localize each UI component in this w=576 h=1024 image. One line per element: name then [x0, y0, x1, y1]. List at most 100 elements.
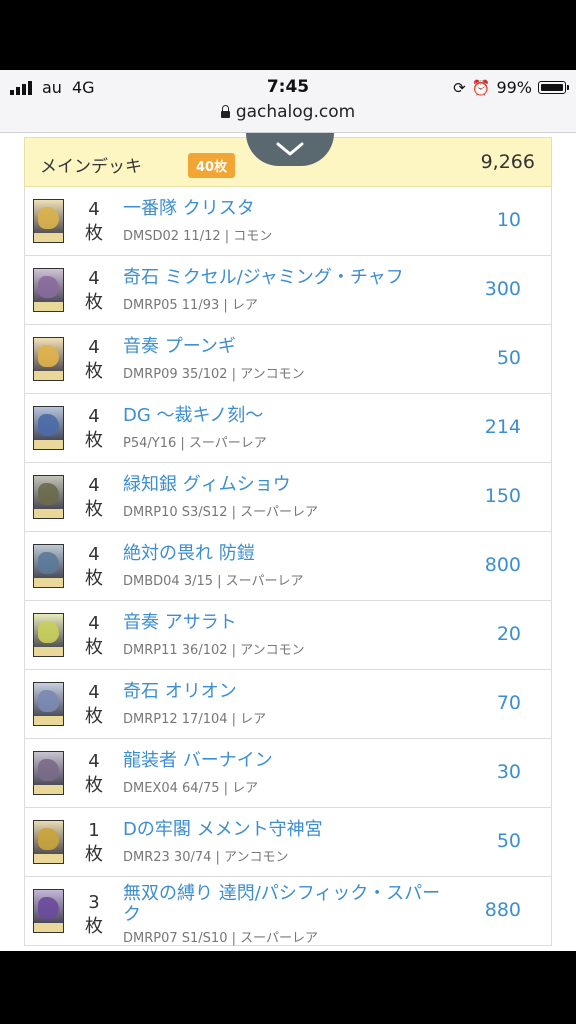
- card-row[interactable]: 4 枚音奏 プーンギ DMRP09 35/102 | アンコモン 50: [24, 325, 552, 394]
- page-content: メインデッキ 40枚 9,266 4 枚一番隊 クリスタ DMSD02 11/12 …: [0, 133, 576, 951]
- card-thumbnail[interactable]: [33, 613, 64, 657]
- card-art: [38, 276, 59, 298]
- card-price: 300: [484, 278, 521, 300]
- card-set-info: DMSD02 11/12 | コモン: [123, 229, 273, 244]
- card-count-badge: 40枚: [188, 153, 236, 178]
- card-name-link[interactable]: 緑知銀 グィムショウ: [123, 474, 455, 496]
- card-quantity: 4枚: [79, 198, 109, 246]
- card-price: 150: [484, 485, 521, 507]
- alarm-icon: ⏰: [471, 78, 491, 97]
- card-thumbnail[interactable]: [33, 199, 64, 243]
- card-art-band: [34, 785, 63, 794]
- card-price: 50: [496, 830, 521, 852]
- card-art: [38, 345, 59, 367]
- card-name-link[interactable]: 龍装者 バーナイン: [123, 750, 455, 772]
- card-art-band: [34, 440, 63, 449]
- card-set-info: DMRP07 S1/S10 | スーパーレア: [123, 931, 318, 946]
- quantity-unit: 枚: [85, 706, 103, 727]
- card-art: [38, 414, 59, 436]
- chevron-down-icon: [276, 142, 304, 156]
- deck-total-price: 9,266: [480, 151, 535, 173]
- card-art-band: [34, 371, 63, 380]
- url-text: gachalog.com: [235, 102, 356, 122]
- card-row[interactable]: 4 枚緑知銀 グィムショウ DMRP10 S3/S12 | スーパーレア 150: [24, 463, 552, 532]
- card-thumbnail[interactable]: [33, 820, 64, 864]
- card-row[interactable]: 4 枚奇石 オリオン DMRP12 17/104 | レア 70: [24, 670, 552, 739]
- card-thumbnail[interactable]: [33, 751, 64, 795]
- card-name-link[interactable]: 奇石 オリオン: [123, 681, 455, 703]
- card-price: 20: [496, 623, 521, 645]
- quantity-number: 4: [88, 544, 100, 565]
- card-name-link[interactable]: 音奏 アサラト: [123, 612, 455, 634]
- quantity-unit: 枚: [85, 499, 103, 520]
- card-name-link[interactable]: 絶対の畏れ 防鎧: [123, 543, 455, 565]
- quantity-number: 4: [88, 613, 100, 634]
- card-thumbnail[interactable]: [33, 337, 64, 381]
- card-quantity: 4枚: [79, 474, 109, 522]
- card-price: 800: [484, 554, 521, 576]
- card-row[interactable]: 4 枚絶対の畏れ 防鎧 DMBD04 3/15 | スーパーレア 800: [24, 532, 552, 601]
- card-name-link[interactable]: 一番隊 クリスタ: [123, 198, 455, 220]
- card-art-band: [34, 923, 63, 932]
- quantity-number: 4: [88, 406, 100, 427]
- card-art: [38, 690, 59, 712]
- quantity-unit: 枚: [85, 361, 103, 382]
- card-set-info: DMRP12 17/104 | レア: [123, 712, 267, 727]
- card-quantity: 4枚: [79, 336, 109, 384]
- card-row[interactable]: 3 枚無双の縛り 達閃/パシフィック・スパーク DMRP07 S1/S10 | スー…: [24, 877, 552, 946]
- bottom-bezel: [0, 951, 576, 1024]
- card-set-info: DMRP05 11/93 | レア: [123, 298, 258, 313]
- card-price: 30: [496, 761, 521, 783]
- card-thumbnail[interactable]: [33, 268, 64, 312]
- card-row[interactable]: 4 枚音奏 アサラト DMRP11 36/102 | アンコモン 20: [24, 601, 552, 670]
- card-name-link[interactable]: 奇石 ミクセル/ジャミング・チャフ: [123, 267, 455, 289]
- quantity-number: 4: [88, 268, 100, 289]
- card-art-band: [34, 302, 63, 311]
- card-art-band: [34, 578, 63, 587]
- card-set-info: DMBD04 3/15 | スーパーレア: [123, 574, 304, 589]
- card-thumbnail[interactable]: [33, 889, 64, 933]
- card-quantity: 4枚: [79, 543, 109, 591]
- card-price: 50: [496, 347, 521, 369]
- card-row[interactable]: 4 枚奇石 ミクセル/ジャミング・チャフ DMRP05 11/93 | レア 300: [24, 256, 552, 325]
- deck-title: メインデッキ: [40, 157, 142, 177]
- card-row[interactable]: 4 枚 DG 〜裁キノ刻〜 P54/Y16 | スーパーレア 214: [24, 394, 552, 463]
- status-right: ⟳ ⏰ 99%: [453, 78, 569, 97]
- card-art-band: [34, 647, 63, 656]
- card-name-link[interactable]: DG 〜裁キノ刻〜: [123, 405, 455, 427]
- card-row[interactable]: 4 枚龍装者 バーナイン DMEX04 64/75 | レア 30: [24, 739, 552, 808]
- card-art: [38, 621, 59, 643]
- card-row[interactable]: 4 枚一番隊 クリスタ DMSD02 11/12 | コモン 10: [24, 187, 552, 256]
- card-name-link[interactable]: 音奏 プーンギ: [123, 336, 455, 358]
- quantity-unit: 枚: [85, 637, 103, 658]
- card-quantity: 1枚: [79, 819, 109, 867]
- card-row[interactable]: 1 枚 Dの牢閣 メメント守神宮 DMR23 30/74 | アンコモン 50: [24, 808, 552, 877]
- card-thumbnail[interactable]: [33, 475, 64, 519]
- quantity-unit: 枚: [85, 844, 103, 865]
- quantity-unit: 枚: [85, 292, 103, 313]
- card-quantity: 4枚: [79, 405, 109, 453]
- quantity-number: 4: [88, 751, 100, 772]
- card-art: [38, 552, 59, 574]
- quantity-number: 4: [88, 475, 100, 496]
- card-art: [38, 828, 59, 850]
- card-set-info: P54/Y16 | スーパーレア: [123, 436, 267, 451]
- card-art-band: [34, 233, 63, 242]
- card-thumbnail[interactable]: [33, 406, 64, 450]
- card-set-info: DMRP11 36/102 | アンコモン: [123, 643, 305, 658]
- card-price: 70: [496, 692, 521, 714]
- card-name-link[interactable]: 無双の縛り 達閃/パシフィック・スパーク: [123, 883, 455, 925]
- address-bar[interactable]: gachalog.com: [0, 102, 576, 122]
- card-quantity: 4枚: [79, 681, 109, 729]
- card-art-band: [34, 716, 63, 725]
- card-quantity: 4枚: [79, 612, 109, 660]
- battery-percent: 99%: [496, 78, 532, 97]
- card-thumbnail[interactable]: [33, 682, 64, 726]
- card-thumbnail[interactable]: [33, 544, 64, 588]
- top-bezel: [0, 0, 576, 70]
- quantity-number: 1: [88, 820, 100, 841]
- card-name-link[interactable]: Dの牢閣 メメント守神宮: [123, 819, 455, 841]
- rotation-lock-icon: ⟳: [453, 78, 466, 97]
- card-art: [38, 759, 59, 781]
- card-quantity: 4枚: [79, 750, 109, 798]
